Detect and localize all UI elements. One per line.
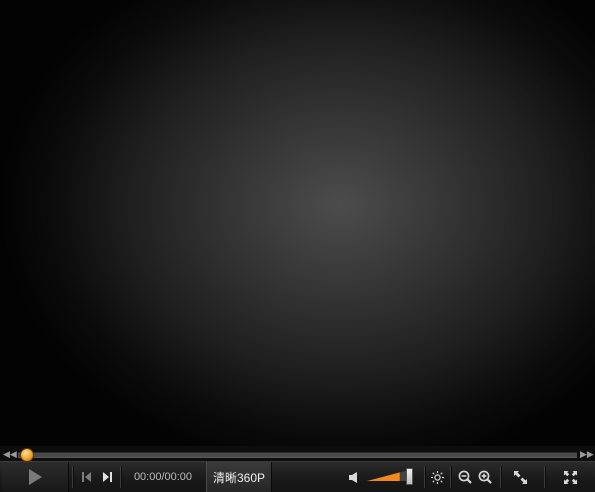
time-display: 00:00/00:00 <box>133 471 193 483</box>
brightness-icon <box>430 470 444 484</box>
previous-button[interactable] <box>78 462 96 492</box>
video-display-area[interactable] <box>0 0 595 446</box>
play-icon <box>29 469 42 485</box>
skip-previous-icon <box>82 472 91 482</box>
zoom-in-icon <box>478 470 492 484</box>
mute-button[interactable] <box>344 462 364 492</box>
expand-icon <box>513 470 527 484</box>
zoom-out-icon <box>458 470 472 484</box>
next-button[interactable] <box>98 462 116 492</box>
skip-next-icon <box>103 472 112 482</box>
expand-button[interactable] <box>510 462 530 492</box>
volume-thumb[interactable] <box>405 468 413 485</box>
brightness-button[interactable] <box>428 462 446 492</box>
volume-slider[interactable] <box>367 470 411 482</box>
play-button[interactable] <box>2 462 69 492</box>
video-player: ◀◀ ▶▶ 00:00/00:00 清晰360P <box>0 0 595 492</box>
seek-bar: ◀◀ ▶▶ <box>0 446 595 462</box>
control-bar: 00:00/00:00 清晰360P <box>0 461 595 492</box>
rewind-icon[interactable]: ◀◀ <box>3 449 17 459</box>
progress-thumb[interactable] <box>20 448 34 462</box>
progress-track[interactable] <box>18 448 577 462</box>
fullscreen-button[interactable] <box>560 462 580 492</box>
fast-forward-icon[interactable]: ▶▶ <box>580 449 594 459</box>
fullscreen-icon <box>563 470 577 484</box>
speaker-icon <box>348 471 357 483</box>
zoom-in-button[interactable] <box>476 462 494 492</box>
zoom-out-button[interactable] <box>456 462 474 492</box>
quality-button[interactable]: 清晰360P <box>206 462 272 492</box>
